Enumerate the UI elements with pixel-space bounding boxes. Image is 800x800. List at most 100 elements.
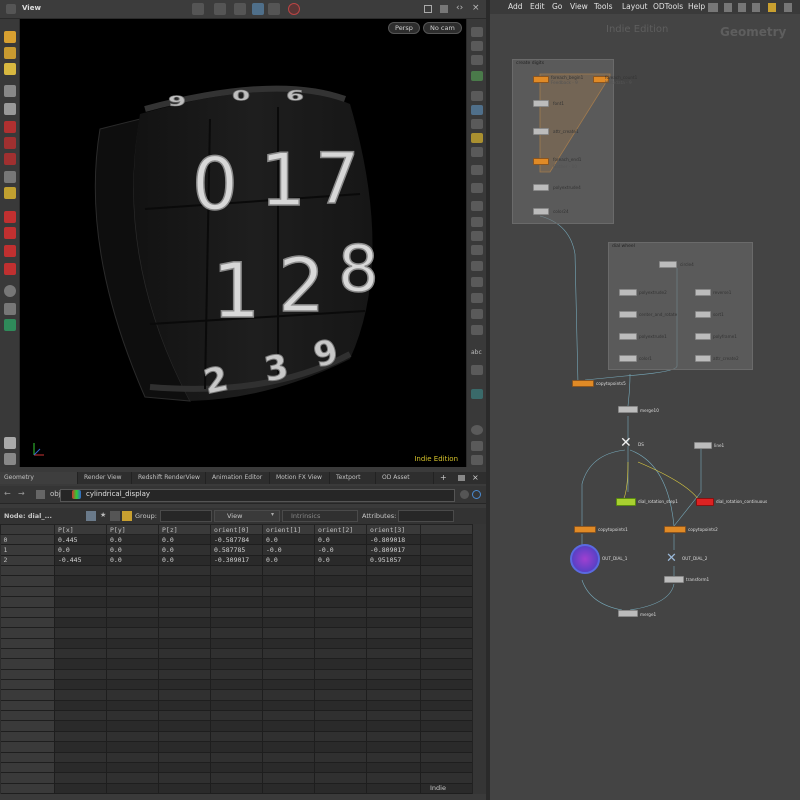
record-icon[interactable] xyxy=(288,3,300,15)
normals-icon[interactable] xyxy=(471,309,483,319)
shading-icon[interactable] xyxy=(471,71,483,81)
node-dial-rotation-step1[interactable] xyxy=(616,498,636,506)
ghost-icon[interactable] xyxy=(471,55,483,65)
abc-icon[interactable]: abc xyxy=(471,349,483,359)
network-info-icon[interactable] xyxy=(784,3,792,12)
menu-go[interactable]: Go xyxy=(552,2,562,11)
node-merge10[interactable] xyxy=(618,406,638,413)
menu-tools[interactable]: Tools xyxy=(594,2,612,11)
out-dial-2-null-icon[interactable]: ✕ xyxy=(666,552,677,565)
node-attr-create2[interactable] xyxy=(695,355,711,362)
ds-null-icon[interactable]: ✕ xyxy=(620,436,632,450)
menu-add[interactable]: Add xyxy=(508,2,523,11)
network-layout-icon[interactable] xyxy=(752,3,760,12)
node-dial-rotation-continuous[interactable] xyxy=(696,498,714,506)
3d-viewport[interactable]: Persp No cam 9 0 6 0 1 7 1 2 8 2 3 9 Ind… xyxy=(20,19,466,467)
paint-icon[interactable] xyxy=(4,137,16,149)
node-polyframe1[interactable] xyxy=(695,333,711,340)
node-polyextrude2[interactable] xyxy=(619,289,637,296)
node-foreach-end1[interactable] xyxy=(533,158,549,165)
node-color1[interactable] xyxy=(619,355,637,362)
layout-icon[interactable] xyxy=(471,441,483,451)
node-copytopoints5[interactable] xyxy=(572,380,594,387)
handle-icon[interactable] xyxy=(4,85,16,97)
xray-icon[interactable] xyxy=(471,389,483,399)
network-cursor-icon[interactable] xyxy=(738,3,746,12)
top-view-icon[interactable] xyxy=(471,183,483,193)
menu-odtools[interactable]: ODTools xyxy=(653,2,683,11)
column-header[interactable]: orient[3] xyxy=(366,524,421,535)
brush-icon[interactable] xyxy=(4,121,16,133)
vertex-icon[interactable] xyxy=(471,105,483,115)
column-header[interactable]: orient[1] xyxy=(262,524,315,535)
view-tool-icon[interactable] xyxy=(4,319,16,331)
lock-icon[interactable] xyxy=(4,103,16,115)
prim-mode-icon[interactable] xyxy=(122,511,132,521)
node-color24[interactable] xyxy=(533,208,549,215)
node-polyextrude4[interactable] xyxy=(533,184,549,191)
node-transform1[interactable] xyxy=(664,576,684,583)
node-sort1[interactable] xyxy=(695,311,711,318)
node-circle4[interactable] xyxy=(659,261,677,268)
wireframe-icon[interactable] xyxy=(471,41,483,51)
spreadsheet-scrollbar[interactable] xyxy=(472,524,486,794)
select-icon[interactable] xyxy=(4,31,16,43)
info-icon[interactable] xyxy=(471,425,483,435)
bg-icon[interactable] xyxy=(471,147,483,157)
tab-redshift-renderview[interactable]: Redshift RenderView xyxy=(134,472,206,484)
snapping-icon[interactable] xyxy=(4,285,16,297)
network-grid-icon[interactable] xyxy=(724,3,732,12)
pane-arrows-icon[interactable]: ‹› xyxy=(456,3,463,13)
node-out-dial-1[interactable] xyxy=(570,544,600,574)
node-line1[interactable] xyxy=(694,442,712,449)
add-tab-icon[interactable]: + xyxy=(440,473,447,482)
menu-layout[interactable]: Layout xyxy=(622,2,648,11)
pose-icon[interactable] xyxy=(4,63,16,75)
network-light-icon[interactable] xyxy=(768,3,776,12)
table-row[interactable]: 0 0.445 0.0 0.0 -0.587784 0.0 0.0 -0.809… xyxy=(0,534,473,546)
cursor-icon[interactable] xyxy=(4,171,16,183)
back-icon[interactable]: ← xyxy=(4,489,11,498)
camera-view-icon[interactable] xyxy=(471,165,483,175)
maximize-icon[interactable] xyxy=(424,5,432,13)
table-row[interactable]: 2 -0.445 0.0 0.0 -0.309017 0.0 0.0 0.951… xyxy=(0,555,473,567)
column-header[interactable]: P[z] xyxy=(158,524,211,535)
path-node[interactable]: cylindrical_display xyxy=(86,490,150,498)
edge-icon[interactable] xyxy=(471,119,483,129)
magnet2-icon[interactable] xyxy=(4,227,16,239)
group-field[interactable] xyxy=(160,510,212,522)
star-icon[interactable]: ★ xyxy=(100,511,106,519)
rotate-tool-icon[interactable] xyxy=(234,3,246,15)
tab-od-asset-library[interactable]: OD Asset Library xyxy=(378,472,434,493)
split-icon[interactable] xyxy=(471,455,483,465)
ruler-icon[interactable] xyxy=(471,231,483,241)
tab-geometry-spreadsheet[interactable]: Geometry Spreadsheet xyxy=(0,472,78,493)
menu-help[interactable]: Help xyxy=(688,2,705,11)
magnet1-icon[interactable] xyxy=(4,211,16,223)
column-header[interactable]: orient[2] xyxy=(314,524,367,535)
guides-icon[interactable] xyxy=(471,293,483,303)
column-header[interactable]: P[x] xyxy=(54,524,107,535)
extra-icon[interactable] xyxy=(4,453,16,465)
forward-icon[interactable]: → xyxy=(18,489,25,498)
node-font1[interactable] xyxy=(533,100,549,107)
tab-animation-editor[interactable]: Animation Editor xyxy=(208,472,270,484)
measure-icon[interactable] xyxy=(471,217,483,227)
uv-icon[interactable] xyxy=(471,325,483,335)
node-merge1[interactable] xyxy=(618,610,638,617)
points-mode-icon[interactable] xyxy=(86,511,96,521)
display-options-icon[interactable] xyxy=(471,27,483,37)
node-center-and-rotate[interactable] xyxy=(619,311,637,318)
tab-textport[interactable]: Textport xyxy=(332,472,376,484)
intrinsics-toggle[interactable]: Intrinsics xyxy=(282,510,358,522)
node-polyextrude1[interactable] xyxy=(619,333,637,340)
menu-view[interactable]: View xyxy=(570,2,588,11)
column-header[interactable] xyxy=(0,524,55,535)
viewer-menu-icon[interactable] xyxy=(6,4,16,14)
network-box-create-digits[interactable]: create digits foreach_begin1 Feedback - … xyxy=(512,59,637,224)
menu-edit[interactable]: Edit xyxy=(530,2,545,11)
node-copytopoints1[interactable] xyxy=(574,526,596,533)
magnet3-icon[interactable] xyxy=(4,245,16,257)
front-view-icon[interactable] xyxy=(471,201,483,211)
attrib-icon[interactable] xyxy=(471,365,483,375)
